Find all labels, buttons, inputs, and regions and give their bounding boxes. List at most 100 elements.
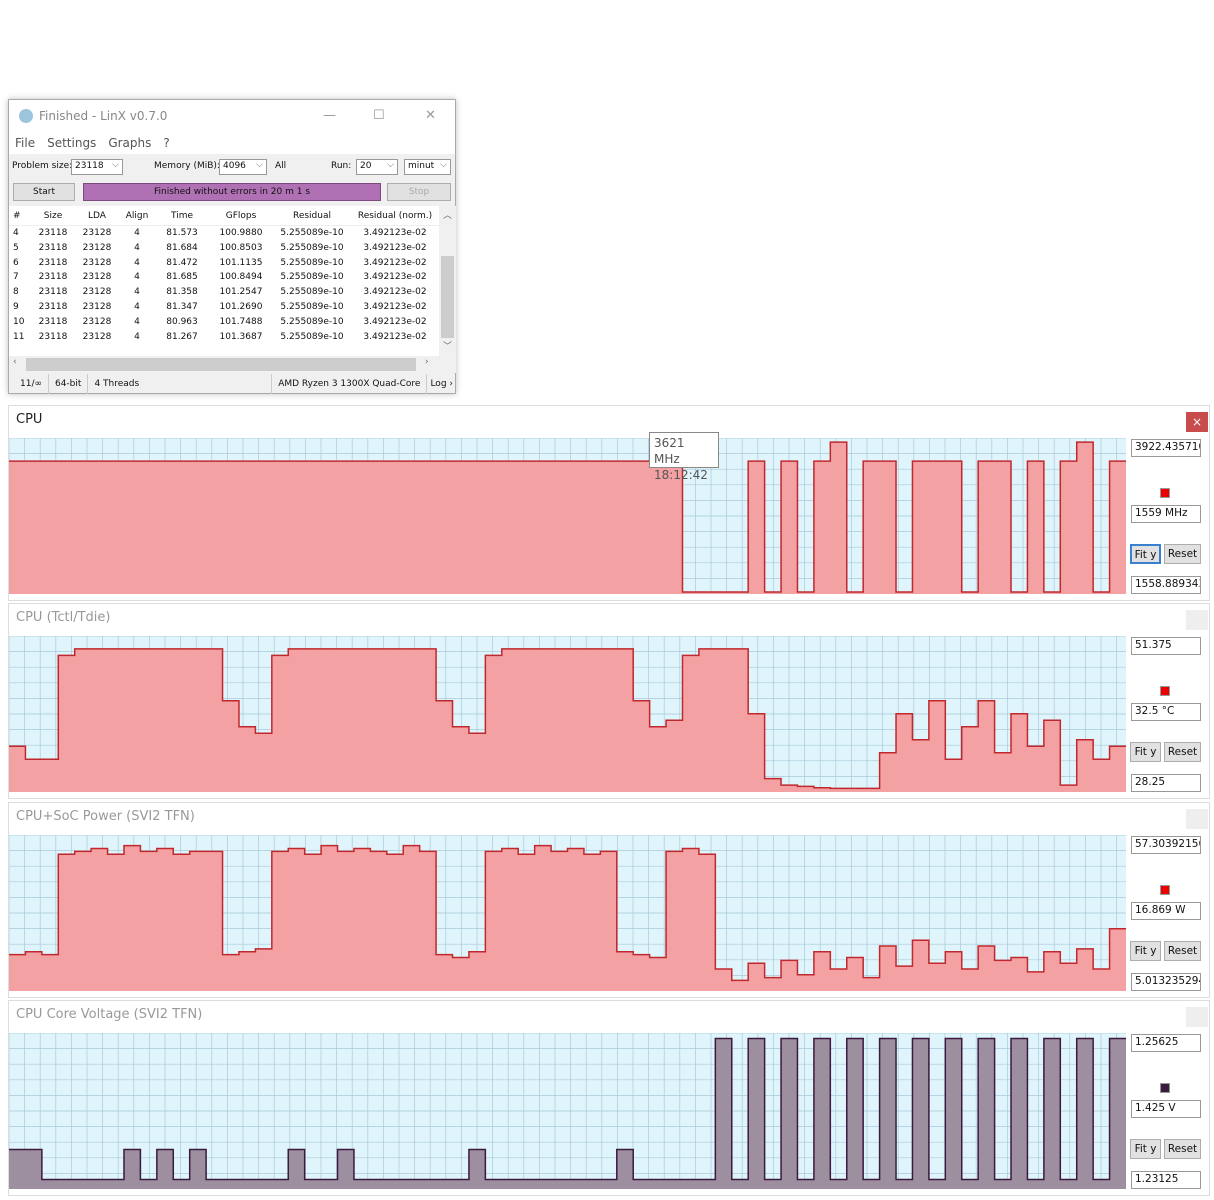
table-cell: 100.9880 [219, 228, 263, 238]
run-label: Run: [331, 161, 352, 171]
table-cell: 23118 [38, 242, 68, 253]
table-cell: 4 [134, 301, 140, 312]
fit-y-button[interactable]: Fit y [1130, 941, 1161, 961]
table-cell: 81.573 [166, 228, 198, 238]
series-color-swatch[interactable] [1160, 686, 1170, 696]
column-header[interactable]: LDA [75, 206, 119, 226]
column-header[interactable]: Align [119, 206, 155, 226]
menu-file[interactable]: File [15, 136, 35, 150]
linx-window: Finished - LinX v0.7.0 — ☐ ✕ File Settin… [8, 99, 456, 394]
y-max-field[interactable]: 3922.435710 [1131, 439, 1201, 457]
close-graph-button[interactable]: × [1186, 809, 1208, 829]
y-min-field[interactable]: 1.23125 [1131, 1171, 1201, 1189]
close-graph-button[interactable]: × [1186, 1007, 1208, 1027]
stop-button[interactable]: Stop [387, 183, 451, 201]
graph-tooltip: 3621 MHz 18:12:42 [649, 432, 719, 482]
graph-title: CPU [16, 412, 43, 427]
reset-button[interactable]: Reset [1164, 742, 1201, 762]
table-cell: 3.492123e-02 [363, 301, 427, 312]
fit-y-button[interactable]: Fit y [1130, 742, 1161, 762]
horizontal-scrollbar[interactable]: ‹ › [9, 356, 456, 373]
series-color-swatch[interactable] [1160, 885, 1170, 895]
table-cell: 4 [134, 257, 140, 268]
table-cell: 8 [13, 287, 19, 298]
graph-panel: CPU Core Voltage (SVI2 TFN) × 1.25625 1.… [8, 1000, 1210, 1196]
table-cell: 4 [134, 331, 140, 342]
column-header[interactable]: Time [155, 206, 209, 226]
menu-settings[interactable]: Settings [47, 136, 96, 150]
table-cell: 23118 [38, 331, 68, 342]
graph-panel: CPU (Tctl/Tdie) × 51.375 32.5 °C Fit y R… [8, 603, 1210, 799]
table-row[interactable]: 11 23118 23128 4 81.267 101.3687 5.255089e-10 3… [9, 330, 439, 345]
table-cell: 3.492123e-02 [363, 242, 427, 253]
memory-select[interactable]: 4096 [219, 159, 267, 175]
table-cell: 11 [13, 331, 25, 342]
table-cell: 23118 [38, 287, 68, 298]
minimize-button[interactable]: — [323, 108, 336, 123]
fit-y-button[interactable]: Fit y [1130, 1139, 1161, 1159]
table-row[interactable]: 10 23118 23128 4 80.963 101.7488 5.255089e-10 3… [9, 315, 439, 330]
table-cell: 100.8503 [219, 242, 263, 253]
table-row[interactable]: 4 23118 23128 4 81.573 100.9880 5.255089e-10 3.… [9, 226, 439, 241]
fit-y-button[interactable]: Fit y [1130, 544, 1161, 564]
column-header[interactable]: Residual (norm.) [351, 206, 439, 226]
graph-plot [9, 438, 1126, 594]
progress-bar: Finished without errors in 20 m 1 s [83, 183, 381, 201]
y-min-field[interactable]: 28.25 [1131, 774, 1201, 792]
threads: 4 Threads [94, 379, 140, 389]
table-cell: 4 [134, 287, 140, 298]
graph-plot [9, 636, 1126, 792]
close-button[interactable]: ✕ [425, 108, 436, 123]
column-header[interactable]: # [9, 206, 31, 226]
log-button[interactable]: Log › [427, 374, 456, 394]
table-row[interactable]: 7 23118 23128 4 81.685 100.8494 5.255089e-10 3.… [9, 270, 439, 285]
results-table: # Size LDA Align Time GFlops Residual Residual … [9, 206, 439, 356]
run-select[interactable]: 20 [356, 159, 398, 175]
table-cell: 101.2690 [219, 301, 263, 312]
series-color-swatch[interactable] [1160, 1083, 1170, 1093]
menu-graphs[interactable]: Graphs [108, 136, 151, 150]
table-cell: 7 [13, 272, 19, 283]
column-header[interactable]: Size [31, 206, 75, 226]
tooltip-time: 18:12:42 [654, 468, 708, 482]
close-graph-button[interactable]: × [1186, 412, 1208, 432]
table-row[interactable]: 6 23118 23128 4 81.472 101.1135 5.255089e-10 3.… [9, 256, 439, 271]
start-button[interactable]: Start [13, 183, 75, 201]
menu-bar: File Settings Graphs ? [9, 132, 455, 154]
y-max-field[interactable]: 57.30392156 [1131, 836, 1201, 854]
table-cell: 23118 [38, 228, 68, 238]
all-label[interactable]: All [275, 161, 286, 171]
vertical-scrollbar[interactable]: ︿ ﹀ [439, 206, 456, 356]
y-min-field[interactable]: 1558.889343 [1131, 576, 1201, 594]
series-area [9, 845, 1126, 991]
bitness: 64-bit [49, 374, 89, 394]
y-max-field[interactable]: 1.25625 [1131, 1034, 1201, 1052]
reset-button[interactable]: Reset [1164, 1139, 1201, 1159]
table-row[interactable]: 8 23118 23128 4 81.358 101.2547 5.255089e-10 3.… [9, 285, 439, 300]
problem-size-select[interactable]: 23118 [71, 159, 123, 175]
table-cell: 6 [13, 257, 19, 268]
graph-title: CPU Core Voltage (SVI2 TFN) [16, 1007, 203, 1022]
table-row[interactable]: 9 23118 23128 4 81.347 101.2690 5.255089e-10 3.… [9, 300, 439, 315]
reset-button[interactable]: Reset [1164, 544, 1201, 564]
current-value-field: 1559 MHz [1131, 505, 1201, 523]
y-min-field[interactable]: 5.013235294 [1131, 973, 1201, 991]
maximize-button[interactable]: ☐ [373, 108, 385, 123]
memory-label: Memory (MiB): [154, 161, 220, 171]
column-header[interactable]: Residual [273, 206, 351, 226]
table-cell: 5.255089e-10 [280, 228, 344, 238]
table-cell: 101.2547 [219, 287, 263, 298]
table-cell: 23118 [38, 316, 68, 327]
menu-help[interactable]: ? [163, 136, 169, 150]
column-header[interactable]: GFlops [209, 206, 273, 226]
table-cell: 23128 [82, 242, 112, 253]
table-cell: 81.358 [166, 287, 198, 298]
y-max-field[interactable]: 51.375 [1131, 637, 1201, 655]
table-cell: 3.492123e-02 [363, 272, 427, 283]
close-graph-button[interactable]: × [1186, 610, 1208, 630]
series-color-swatch[interactable] [1160, 488, 1170, 498]
graph-title: CPU (Tctl/Tdie) [16, 610, 111, 625]
reset-button[interactable]: Reset [1164, 941, 1201, 961]
run-unit-select[interactable]: minut [404, 159, 451, 175]
table-row[interactable]: 5 23118 23128 4 81.684 100.8503 5.255089e-10 3.… [9, 241, 439, 256]
